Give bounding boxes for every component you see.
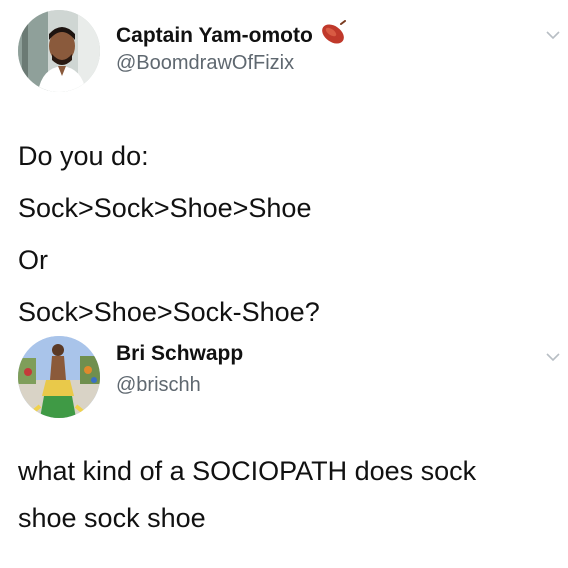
avatar[interactable]: [18, 336, 100, 418]
tweet-text-line: shoe sock shoe: [18, 503, 206, 533]
user-handle[interactable]: @BoomdrawOfFizix: [116, 52, 294, 75]
tweet-text-line: Do you do:: [18, 141, 149, 171]
tweet-text-line: what kind of a SOCIOPATH does sock: [18, 456, 477, 486]
avatar-photo: [18, 10, 100, 92]
chevron-down-icon[interactable]: [546, 28, 560, 42]
tweet: Captain Yam-omoto @BoomdrawOfFizix Do yo…: [0, 0, 568, 330]
user-name[interactable]: Captain Yam-omoto: [116, 24, 313, 48]
chevron-down-icon[interactable]: [546, 350, 560, 364]
tweet-reply: Bri Schwapp @brischh what kind of a SOCI…: [0, 330, 568, 568]
avatar-photo: [18, 336, 100, 418]
avatar[interactable]: [18, 10, 100, 92]
user-name-row: Bri Schwapp: [116, 342, 243, 366]
tweet-text-line: Or: [18, 245, 48, 275]
sweet-potato-icon: [319, 20, 347, 52]
tweet-text-line: Sock>Sock>Shoe>Shoe: [18, 193, 312, 223]
user-handle[interactable]: @brischh: [116, 374, 201, 397]
tweet-text: Do you do: Sock>Sock>Shoe>Shoe Or Sock>S…: [18, 130, 558, 338]
user-name[interactable]: Bri Schwapp: [116, 342, 243, 366]
tweet-text: what kind of a SOCIOPATH does sock shoe …: [18, 448, 558, 542]
user-name-row: Captain Yam-omoto: [116, 20, 347, 52]
